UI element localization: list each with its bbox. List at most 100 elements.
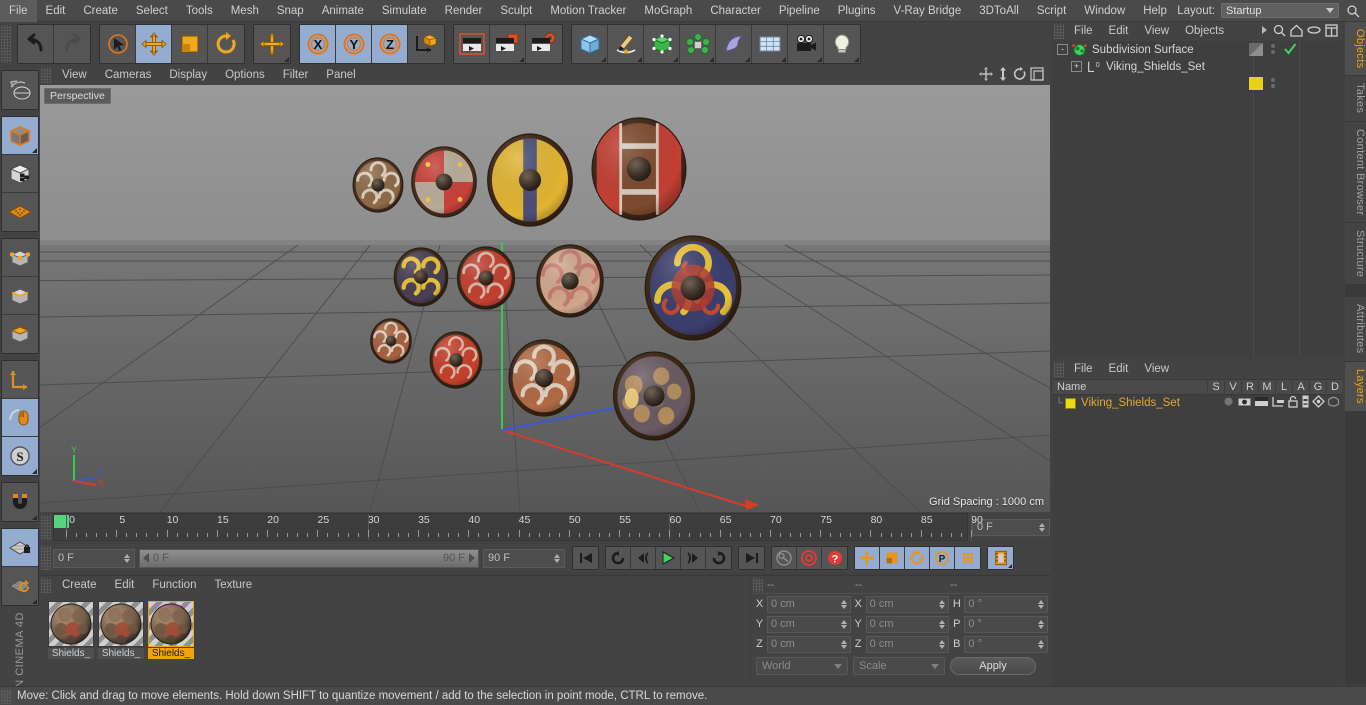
coordinates-grip[interactable]: [753, 577, 763, 592]
search-icon[interactable]: [1273, 24, 1286, 40]
make-editable-button[interactable]: [2, 117, 38, 155]
shield-11[interactable]: [508, 339, 580, 417]
toolbar-grip[interactable]: [1, 25, 11, 63]
menu-item-snap[interactable]: Snap: [268, 0, 313, 22]
vertical-tab-attributes[interactable]: Attributes: [1345, 297, 1366, 362]
layer-manager-icon[interactable]: [1271, 395, 1285, 411]
menu-item-sculpt[interactable]: Sculpt: [491, 0, 541, 22]
polygons-mode-button[interactable]: [2, 315, 38, 353]
coord-rotation-input[interactable]: 0 °: [964, 595, 1049, 613]
rotate-view-icon[interactable]: [1013, 67, 1027, 84]
yellow-layer-swatch-icon[interactable]: [1249, 77, 1264, 90]
previous-frame-button[interactable]: [631, 547, 656, 569]
layer-animation-icon[interactable]: [1301, 395, 1310, 411]
undo-button[interactable]: [18, 25, 54, 63]
object-row[interactable]: +0 Viking_Shields_Set: [1053, 58, 1343, 90]
shield-03[interactable]: [487, 133, 573, 227]
autokeying-button[interactable]: [797, 547, 822, 569]
spinner-icon[interactable]: [1038, 599, 1045, 609]
add-cube-button[interactable]: [572, 25, 608, 63]
shield-09[interactable]: [370, 318, 412, 364]
keyframe-selection-button[interactable]: ?: [822, 547, 847, 569]
ellipse-icon[interactable]: [1307, 25, 1321, 38]
coordinate-system-dropdown[interactable]: World: [756, 657, 848, 675]
add-environment-button[interactable]: [752, 25, 788, 63]
layer-row[interactable]: └ Viking_Shields_Set: [1053, 395, 1343, 411]
material-item[interactable]: Shields_: [48, 601, 94, 659]
material-name[interactable]: Shields_: [148, 648, 194, 659]
move-tool[interactable]: [136, 25, 172, 63]
material-name[interactable]: Shields_: [98, 648, 144, 659]
frame-icon[interactable]: [1325, 23, 1338, 40]
menu-item-plugins[interactable]: Plugins: [829, 0, 885, 22]
shield-04[interactable]: [591, 117, 687, 221]
search-icon[interactable]: [1344, 2, 1362, 20]
vertical-tab-takes[interactable]: Takes: [1345, 76, 1366, 122]
rotate-tool[interactable]: [208, 25, 244, 63]
undo-view-button[interactable]: [2, 71, 38, 109]
render-settings-button[interactable]: [526, 25, 562, 63]
menu-item-mograph[interactable]: MoGraph: [635, 0, 701, 22]
menu-item-help[interactable]: Help: [1134, 0, 1176, 22]
coord-size-input[interactable]: 0 cm: [865, 615, 950, 633]
menu-item-animate[interactable]: Animate: [313, 0, 373, 22]
object-manager-grip[interactable]: [1054, 24, 1064, 39]
viewport-canvas[interactable]: Perspective Grid Spacing : 1000 cm Y Z X: [40, 85, 1050, 512]
frame-range-slider[interactable]: 0 F 90 F: [139, 548, 479, 568]
pan-view-icon[interactable]: [979, 67, 993, 84]
tree-expander-icon[interactable]: -: [1057, 44, 1068, 55]
shield-02[interactable]: [411, 146, 477, 218]
range-right-arrow-icon[interactable]: [469, 553, 475, 563]
go-to-start-button[interactable]: [573, 547, 598, 569]
spinner-icon[interactable]: [939, 639, 946, 649]
model-mode-button[interactable]: [2, 155, 38, 193]
layer-lock-icon[interactable]: [1287, 395, 1299, 411]
lock-z-axis[interactable]: Z: [372, 25, 408, 63]
parameter-key-button[interactable]: P: [930, 547, 955, 569]
transport-grip[interactable]: [41, 546, 51, 570]
spinner-icon[interactable]: [1038, 639, 1045, 649]
layout-select[interactable]: Startup: [1221, 3, 1339, 18]
layer-visible-icon[interactable]: [1237, 395, 1252, 411]
spinner-icon[interactable]: [840, 639, 847, 649]
viewport-grip[interactable]: [41, 68, 51, 83]
viewport-menu-options[interactable]: Options: [216, 66, 274, 85]
vertical-tab-structure[interactable]: Structure: [1345, 223, 1366, 286]
viewport-menu-view[interactable]: View: [53, 66, 96, 85]
menu-item-motion-tracker[interactable]: Motion Tracker: [541, 0, 635, 22]
material-menu-edit[interactable]: Edit: [106, 576, 144, 595]
layer-generators-icon[interactable]: [1312, 395, 1325, 411]
points-mode-button[interactable]: [2, 239, 38, 277]
layer-manager-menu-view[interactable]: View: [1136, 360, 1177, 379]
play-reverse-loop-button[interactable]: [606, 547, 631, 569]
menu-item-select[interactable]: Select: [127, 0, 177, 22]
layer-solo-icon[interactable]: [1222, 395, 1235, 411]
timeline-button[interactable]: [988, 547, 1013, 569]
layer-manager-grip[interactable]: [1054, 362, 1064, 377]
material-item[interactable]: Shields_: [148, 601, 194, 659]
go-to-end-button[interactable]: [739, 547, 764, 569]
menu-item-render[interactable]: Render: [436, 0, 492, 22]
material-menu-function[interactable]: Function: [143, 576, 205, 595]
menu-item-pipeline[interactable]: Pipeline: [770, 0, 829, 22]
enable-axis-modification-button[interactable]: [2, 399, 38, 437]
rotation-key-button[interactable]: [905, 547, 930, 569]
lock-x-axis[interactable]: X: [300, 25, 336, 63]
vertical-tab-objects[interactable]: Objects: [1345, 22, 1366, 77]
range-left-arrow-icon[interactable]: [143, 553, 149, 563]
viewport-menu-panel[interactable]: Panel: [317, 66, 364, 85]
material-menu-texture[interactable]: Texture: [205, 576, 261, 595]
coord-size-input[interactable]: 0 cm: [865, 595, 950, 613]
material-menu-create[interactable]: Create: [53, 576, 106, 595]
coord-rotation-input[interactable]: 0 °: [964, 635, 1049, 653]
scale-key-button[interactable]: [880, 547, 905, 569]
workplane-rotate-button[interactable]: [2, 567, 38, 605]
material-name[interactable]: Shields_: [48, 648, 94, 659]
menu-item-character[interactable]: Character: [701, 0, 770, 22]
render-to-picture-viewer-button[interactable]: [490, 25, 526, 63]
object-visibility-dots[interactable]: [1271, 78, 1275, 88]
lock-y-axis[interactable]: Y: [336, 25, 372, 63]
add-generator-button[interactable]: [644, 25, 680, 63]
object-manager-menu-objects[interactable]: Objects: [1177, 22, 1232, 41]
checker-tag-icon[interactable]: [1249, 43, 1264, 56]
